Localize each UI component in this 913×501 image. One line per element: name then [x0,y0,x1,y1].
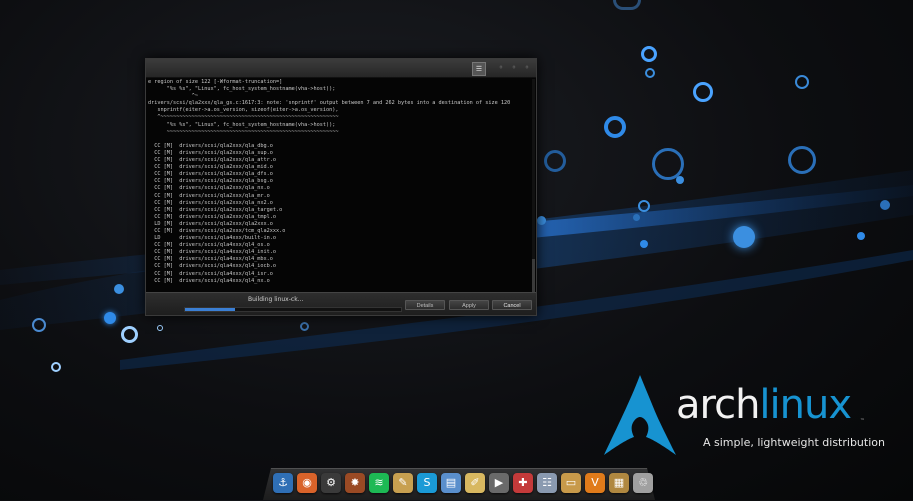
apply-button[interactable]: Apply [449,300,489,310]
trademark-symbol: ™ [860,418,865,424]
output-line: CC [M] drivers/scsi/qla2xxx/tcm_qla2xxx.… [154,227,286,234]
files-icon[interactable]: ▭ [561,473,581,493]
output-line: "%s %s", "Linux", fc_host_system_hostnam… [166,86,336,93]
arch-wordmark: archlinux [676,382,852,428]
output-line: drivers/scsi/qla2xxx/qla_gs.c:1617:3: no… [148,100,511,107]
bubble-decoration [857,232,865,240]
bubble-decoration [157,325,163,331]
bubble-decoration [638,200,650,212]
cancel-button[interactable]: Cancel [492,300,532,310]
image-editor-icon[interactable]: ✎ [393,473,413,493]
video-editor-icon[interactable]: ▶ [489,473,509,493]
output-line: ^~ [191,93,198,100]
menu-icon[interactable]: ☰ [472,62,486,76]
bubble-decoration [104,312,116,324]
wordmark-linux: linux [759,382,852,428]
output-line: LD [M] drivers/scsi/qla2xxx/qla2xxx.o [154,220,273,227]
archive-icon[interactable]: ▦ [609,473,629,493]
output-line: CC [M] drivers/scsi/qla2xxx/qla_nx2.o [154,199,273,206]
output-line: ^~~~~~~~~~~~~~~~~~~~~~~~~~~~~~~~~~~~~~~~… [157,114,339,121]
bubble-decoration [114,284,124,294]
output-line: CC [M] drivers/scsi/qla2xxx/qla_sup.o [154,149,273,156]
bubble-decoration [604,116,626,138]
anchor-icon[interactable]: ⚓ [273,473,293,493]
text-editor-icon[interactable]: ✐ [465,473,485,493]
window-minimize-button[interactable]: ◦ [509,63,519,73]
trash-icon[interactable]: ♲ [633,473,653,493]
bubble-decoration [640,240,648,248]
output-line: CC [M] drivers/scsi/qla2xxx/qla_target.o [154,206,283,213]
output-line: CC [M] drivers/scsi/qla4xxx/ql4_iocb.o [154,263,277,270]
details-button[interactable]: Details [405,300,445,310]
terminal-window[interactable]: ☰ ◦ ◦ ◦ e region of size 122 [-Wformat-t… [145,58,537,316]
bubble-decoration [121,326,138,343]
bubble-decoration [676,176,684,184]
bubble-decoration [641,46,657,62]
scrollbar[interactable] [532,79,535,293]
output-line: CC [M] drivers/scsi/qla4xxx/ql4_mbx.o [154,256,273,263]
arch-tagline: A simple, lightweight distribution [703,436,885,449]
bubble-decoration [300,322,309,331]
bubble-decoration [544,150,566,172]
firefox-icon[interactable]: ◉ [297,473,317,493]
settings-icon[interactable]: ☷ [537,473,557,493]
spotify-icon[interactable]: ≋ [369,473,389,493]
bubble-decoration [633,214,640,221]
progress-fill [185,308,235,311]
wordmark-arch: arch [676,382,760,428]
output-line: CC [M] drivers/scsi/qla2xxx/qla_dbg.o [154,142,273,149]
output-line: CC [M] drivers/scsi/qla4xxx/ql4_isr.o [154,270,273,277]
status-bar: Building linux-ck... Details Apply Cance… [146,292,536,315]
bubble-decoration [51,362,61,372]
output-line: CC [M] drivers/scsi/qla2xxx/qla_mid.o [154,164,273,171]
arch-logo-icon [604,375,676,455]
output-line: CC [M] drivers/scsi/qla2xxx/qla_attr.o [154,157,277,164]
vlc-icon[interactable]: V [585,473,605,493]
output-line: CC [M] drivers/scsi/qla4xxx/ql4_init.o [154,249,277,256]
bubble-decoration [537,216,546,225]
software-center-icon[interactable]: ✚ [513,473,533,493]
output-line: CC [M] drivers/scsi/qla2xxx/qla_dfs.o [154,171,273,178]
bubble-decoration [645,68,655,78]
steam-icon[interactable]: ⚙ [321,473,341,493]
bubble-decoration [32,318,46,332]
window-titlebar[interactable]: ☰ ◦ ◦ ◦ [146,59,536,78]
output-line: CC [M] drivers/scsi/qla4xxx/ql4_nx.o [154,277,270,284]
progress-bar [184,307,402,312]
bubble-decoration [733,226,755,248]
output-line: CC [M] drivers/scsi/qla4xxx/ql4_os.o [154,242,270,249]
document-viewer-icon[interactable]: ▤ [441,473,461,493]
scrollbar-thumb[interactable] [532,259,535,293]
output-line: e region of size 122 [-Wformat-truncatio… [148,79,283,85]
output-line: CC [M] drivers/scsi/qla2xxx/qla_nx.o [154,185,270,192]
output-line: snprintf(eiter->a.os_version, sizeof(eit… [157,107,339,114]
bubble-decoration [795,75,809,89]
window-close-button[interactable]: ◦ [522,63,532,73]
skype-icon[interactable]: S [417,473,437,493]
output-line: LD drivers/scsi/qla4xxx/built-in.o [154,235,277,242]
window-shade-button[interactable]: ◦ [496,63,506,73]
bubble-decoration [693,82,713,102]
output-line: CC [M] drivers/scsi/qla2xxx/qla_tmpl.o [154,213,277,220]
output-line: CC [M] drivers/scsi/qla2xxx/qla_bsg.o [154,178,273,185]
output-line: ~~~~~~~~~~~~~~~~~~~~~~~~~~~~~~~~~~~~~~~~… [166,128,339,135]
output-line: CC [M] drivers/scsi/qla2xxx/qla_mr.o [154,192,270,199]
bubble-decoration [880,200,890,210]
status-text: Building linux-ck... [248,296,304,303]
output-line: "%s %s", "Linux", fc_host_system_hostnam… [166,121,336,128]
bubble-decoration [788,146,816,174]
octopi-icon[interactable]: ✸ [345,473,365,493]
build-output: e region of size 122 [-Wformat-truncatio… [148,79,530,293]
